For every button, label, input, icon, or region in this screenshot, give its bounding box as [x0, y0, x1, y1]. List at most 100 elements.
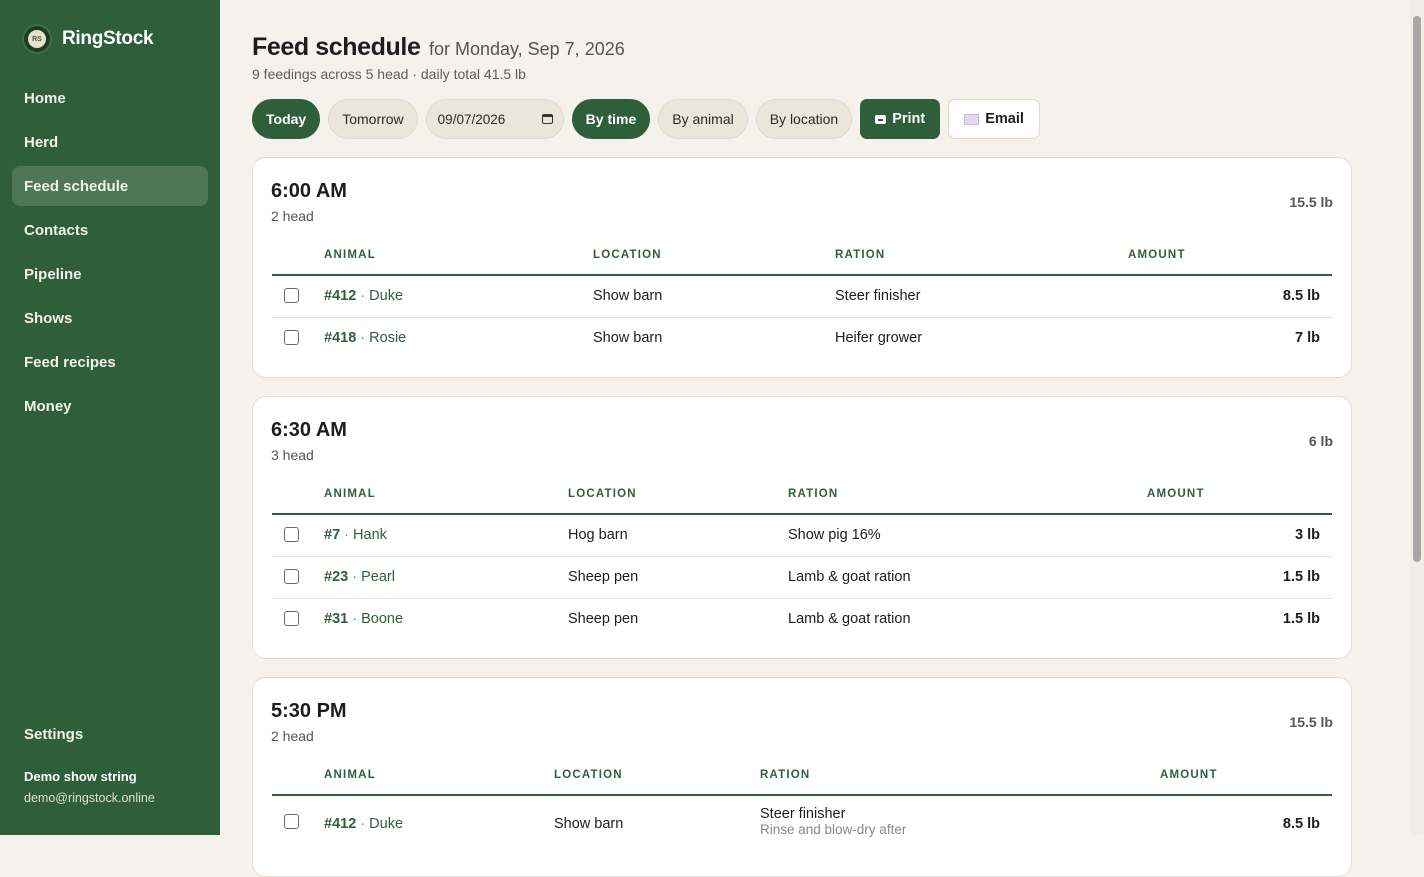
fed-checkbox[interactable]: [284, 288, 299, 303]
ration-cell: Steer finisher Rinse and blow-dry after: [760, 806, 906, 838]
user-name: Demo show string: [24, 769, 137, 784]
user-account[interactable]: Demo show string demo@ringstock.online: [24, 769, 155, 805]
table-row: #31 · Boone Sheep pen Lamb & goat ration…: [272, 598, 1332, 640]
sidebar-item-herd[interactable]: Herd: [12, 122, 208, 162]
sidebar-item-feed-recipes[interactable]: Feed recipes: [12, 342, 208, 382]
view-by-time-button[interactable]: By time: [571, 99, 651, 139]
group-time: 5:30 PM: [271, 700, 347, 722]
view-by-location-button[interactable]: By location: [755, 99, 853, 139]
animal-cell[interactable]: #418 · Rosie: [324, 330, 406, 346]
fed-checkbox[interactable]: [284, 330, 299, 345]
location-cell: Hog barn: [568, 527, 628, 543]
amount-cell: 3 lb: [1295, 527, 1320, 543]
table-row: #412 · Duke Show barn Steer finisher Rin…: [272, 795, 1332, 845]
ration-cell: Show pig 16%: [788, 527, 881, 543]
location-cell: Show barn: [593, 330, 663, 346]
ration-cell: Lamb & goat ration: [788, 611, 911, 627]
sidebar-item-contacts[interactable]: Contacts: [12, 210, 208, 250]
sidebar-item-home[interactable]: Home: [12, 78, 208, 118]
fed-checkbox[interactable]: [284, 814, 299, 829]
col-location: LOCATION: [568, 488, 637, 500]
group-time: 6:00 AM: [271, 180, 347, 202]
email-button[interactable]: Email: [948, 99, 1040, 139]
col-amount: AMOUNT: [1147, 488, 1205, 500]
brand[interactable]: RS RingStock: [22, 24, 154, 54]
table-row: #418 · Rosie Show barn Heifer grower 7 l…: [272, 317, 1332, 359]
ration-cell: Steer finisher: [835, 288, 921, 304]
amount-cell: 8.5 lb: [1282, 288, 1320, 304]
table-row: #7 · Hank Hog barn Show pig 16% 3 lb: [272, 514, 1332, 557]
sidebar-bottom: Settings: [12, 714, 208, 758]
fed-checkbox[interactable]: [284, 569, 299, 584]
feeding-group-card: 5:30 PM 2 head 15.5 lb ANIMAL LOCATION R…: [252, 677, 1352, 877]
animal-cell[interactable]: #412 · Duke: [324, 816, 403, 832]
calendar-icon[interactable]: [541, 114, 553, 124]
group-total: 15.5 lb: [1289, 714, 1333, 730]
page-subtitle: 9 feedings across 5 head · daily total 4…: [252, 66, 526, 82]
col-ration: RATION: [835, 249, 886, 261]
location-cell: Show barn: [593, 288, 663, 304]
print-label: Print: [892, 111, 926, 127]
animal-cell[interactable]: #23 · Pearl: [324, 569, 395, 585]
location-cell: Sheep pen: [568, 569, 639, 585]
table-header: ANIMAL LOCATION RATION AMOUNT: [272, 481, 1332, 515]
page-scrollbar[interactable]: [1410, 0, 1424, 835]
feeding-group-card: 6:00 AM 2 head 15.5 lb ANIMAL LOCATION R…: [252, 157, 1352, 378]
brand-logo-icon: RS: [22, 24, 52, 54]
sidebar-item-settings[interactable]: Settings: [12, 714, 208, 754]
email-label: Email: [985, 111, 1024, 127]
amount-cell: 1.5 lb: [1282, 611, 1320, 627]
group-total: 15.5 lb: [1289, 194, 1333, 210]
printer-icon: [875, 114, 887, 124]
page-title: Feed schedule: [252, 33, 421, 61]
sidebar-item-feed-schedule[interactable]: Feed schedule: [12, 166, 208, 206]
date-input-value: 09/07/2026: [437, 111, 506, 127]
user-email: demo@ringstock.online: [24, 791, 155, 805]
col-location: LOCATION: [593, 249, 662, 261]
envelope-icon: [964, 113, 980, 125]
ration-cell: Lamb & goat ration: [788, 569, 911, 585]
group-time: 6:30 AM: [271, 419, 347, 441]
animal-cell[interactable]: #31 · Boone: [324, 611, 403, 627]
date-input[interactable]: 09/07/2026: [425, 99, 564, 139]
scrollbar-thumb[interactable]: [1413, 16, 1421, 562]
animal-cell[interactable]: #412 · Duke: [324, 288, 403, 304]
today-button[interactable]: Today: [252, 99, 321, 139]
amount-cell: 1.5 lb: [1282, 569, 1320, 585]
ration-cell: Heifer grower: [835, 330, 923, 346]
table-row: #412 · Duke Show barn Steer finisher 8.5…: [272, 275, 1332, 318]
tomorrow-button[interactable]: Tomorrow: [328, 99, 418, 139]
sidebar: RS RingStock Home Herd Feed schedule Con…: [0, 0, 220, 835]
group-head-count: 2 head: [271, 728, 314, 744]
fed-checkbox[interactable]: [284, 527, 299, 542]
sidebar-item-pipeline[interactable]: Pipeline: [12, 254, 208, 294]
ration-name: Steer finisher: [760, 806, 846, 822]
sidebar-item-shows[interactable]: Shows: [12, 298, 208, 338]
location-cell: Sheep pen: [568, 611, 639, 627]
table-header: ANIMAL LOCATION RATION AMOUNT: [272, 762, 1332, 796]
col-amount: AMOUNT: [1160, 769, 1218, 781]
brand-logo-text: RS: [28, 30, 46, 48]
amount-cell: 8.5 lb: [1282, 816, 1320, 832]
col-ration: RATION: [760, 769, 811, 781]
sidebar-nav: Home Herd Feed schedule Contacts Pipelin…: [12, 78, 208, 430]
view-by-animal-button[interactable]: By animal: [658, 99, 748, 139]
brand-name: RingStock: [62, 28, 154, 49]
col-amount: AMOUNT: [1128, 249, 1186, 261]
col-ration: RATION: [788, 488, 839, 500]
amount-cell: 7 lb: [1295, 330, 1320, 346]
print-button[interactable]: Print: [860, 99, 941, 139]
table-header: ANIMAL LOCATION RATION AMOUNT: [272, 242, 1332, 276]
location-cell: Show barn: [554, 816, 624, 832]
animal-cell[interactable]: #7 · Hank: [324, 527, 387, 543]
fed-checkbox[interactable]: [284, 611, 299, 626]
col-animal: ANIMAL: [324, 488, 376, 500]
col-animal: ANIMAL: [324, 249, 376, 261]
table-row: #23 · Pearl Sheep pen Lamb & goat ration…: [272, 556, 1332, 599]
feeding-group-card: 6:30 AM 3 head 6 lb ANIMAL LOCATION RATI…: [252, 396, 1352, 659]
page-date: for Monday, Sep 7, 2026: [428, 39, 625, 59]
group-total: 6 lb: [1308, 433, 1333, 449]
sidebar-item-money[interactable]: Money: [12, 386, 208, 426]
group-head-count: 3 head: [271, 447, 314, 463]
group-head-count: 2 head: [271, 208, 314, 224]
